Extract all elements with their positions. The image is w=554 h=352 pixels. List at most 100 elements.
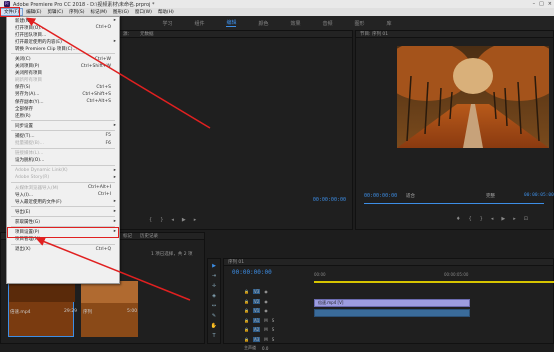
lock-icon[interactable]: 🔒 xyxy=(244,327,249,332)
solo-icon[interactable]: S xyxy=(272,337,275,342)
file-menu-item[interactable]: 批量捕捉(B)... F6 xyxy=(7,140,119,147)
razor-tool-icon[interactable]: ◈ xyxy=(212,293,216,299)
workspace-tab-color[interactable]: 颜色 xyxy=(258,20,268,27)
file-menu-item[interactable]: 打开最近使用的内容(E) ▸ xyxy=(7,38,119,45)
file-menu-item[interactable]: 新建(N) ▸ xyxy=(7,17,119,24)
file-menu-item[interactable]: 从媒体浏览器导入(M) Ctrl+Alt+I xyxy=(7,184,119,191)
menu-separator xyxy=(11,120,115,122)
file-menu-item[interactable]: Adobe Story(R) ▸ xyxy=(7,174,119,181)
eye-icon[interactable]: ◉ xyxy=(264,308,268,313)
menu-graphics[interactable]: 图形(G) xyxy=(110,9,132,15)
menu-marker[interactable]: 标记(M) xyxy=(88,9,110,15)
video-clip[interactable]: 倍速.mp4 [V] xyxy=(314,299,470,307)
minimize-button[interactable]: – xyxy=(533,1,536,7)
file-menu-item[interactable]: 导入(I)... Ctrl+I xyxy=(7,191,119,198)
selection-tool-icon[interactable]: ▶ xyxy=(212,263,216,269)
mute-icon[interactable]: M xyxy=(264,327,267,332)
track-header-v2[interactable]: 🔒 V2 ◉ xyxy=(244,297,308,307)
step-back-icon[interactable]: ◂ xyxy=(491,216,494,222)
track-header-a2[interactable]: 🔒 A2 M S xyxy=(244,325,308,335)
file-menu-item[interactable]: 保存(S) Ctrl+S xyxy=(7,84,119,91)
program-panel-title[interactable]: 节目: 序列 01 xyxy=(360,31,388,37)
track-header-v1[interactable]: 🔒 V1 ◉ xyxy=(244,306,308,316)
workspace-tab-audio[interactable]: 音频 xyxy=(323,20,333,27)
file-menu-item[interactable]: 关闭(C) Ctrl+W xyxy=(7,55,119,63)
mark-out-icon[interactable]: } xyxy=(480,216,483,222)
lock-icon[interactable]: 🔒 xyxy=(244,308,249,313)
lock-icon[interactable]: 🔒 xyxy=(244,337,249,342)
export-frame-icon[interactable]: ⊡ xyxy=(524,216,528,222)
resolution-select[interactable]: 完整 xyxy=(486,193,495,199)
track-header-v3[interactable]: 🔒 V3 ◉ xyxy=(244,287,308,297)
maximize-button[interactable]: □ xyxy=(539,1,544,7)
file-menu-item[interactable]: 还原(R) xyxy=(7,112,119,119)
program-scrub-bar[interactable] xyxy=(364,203,544,204)
menu-clip[interactable]: 剪辑(C) xyxy=(44,9,66,15)
file-menu-item[interactable]: 导入最近使用的文件(F) ▸ xyxy=(7,198,119,205)
lock-icon[interactable]: 🔒 xyxy=(244,289,249,294)
file-menu-item[interactable]: 捕捉(T)... F5 xyxy=(7,132,119,139)
step-back-icon[interactable]: ◂ xyxy=(171,217,174,223)
file-menu-item[interactable]: 全部保存 xyxy=(7,105,119,112)
lock-icon[interactable]: 🔒 xyxy=(244,318,249,323)
file-menu-item[interactable]: 打开团队项目... xyxy=(7,31,119,38)
track-select-tool-icon[interactable]: ⇥ xyxy=(212,273,216,279)
workspace-tab-editing[interactable]: 编辑 xyxy=(226,19,237,27)
workspace-tab-effects[interactable]: 效果 xyxy=(291,20,301,27)
ripple-edit-tool-icon[interactable]: ✛ xyxy=(212,283,216,289)
hand-tool-icon[interactable]: ✋ xyxy=(211,323,217,329)
menu-edit[interactable]: 编辑(E) xyxy=(23,9,44,15)
mark-in-icon[interactable]: { xyxy=(468,216,471,222)
pen-tool-icon[interactable]: ✎ xyxy=(212,313,216,319)
file-menu-item[interactable]: 导出(E) ▸ xyxy=(7,208,119,215)
workspace-tab-learn[interactable]: 学习 xyxy=(162,20,172,27)
solo-icon[interactable]: S xyxy=(272,318,275,323)
fit-select[interactable]: 适合 xyxy=(406,193,415,199)
marker-icon[interactable]: ♦ xyxy=(456,216,460,222)
menu-window[interactable]: 窗口(W) xyxy=(132,9,155,15)
eye-icon[interactable]: ◉ xyxy=(264,289,268,294)
history-tab[interactable]: 历史记录 xyxy=(140,233,158,239)
step-forward-icon[interactable]: ▸ xyxy=(194,217,197,223)
workspace-tab-assembly[interactable]: 组件 xyxy=(194,20,204,27)
mute-icon[interactable]: M xyxy=(264,337,267,342)
file-menu-item[interactable]: 关闭所有项目 xyxy=(7,70,119,77)
solo-icon[interactable]: S xyxy=(272,327,275,332)
file-menu-item[interactable]: 保存副本(Y)... Ctrl+Alt+S xyxy=(7,98,119,105)
file-menu-item[interactable]: 转换 Premiere Clip 项目(C)... xyxy=(7,45,119,52)
workspace-tab-libraries[interactable]: 库 xyxy=(387,20,392,27)
file-menu-item[interactable]: 另存为(A)... Ctrl+Shift+S xyxy=(7,91,119,98)
track-header-a1[interactable]: 🔒 A1 M S xyxy=(244,316,308,326)
slip-tool-icon[interactable]: ↔ xyxy=(212,303,216,309)
timeline-title[interactable]: 序列 01 xyxy=(228,259,244,265)
play-icon[interactable]: ▶ xyxy=(182,217,186,223)
file-menu-item[interactable]: 设为脱机(O)... xyxy=(7,157,119,164)
step-forward-icon[interactable]: ▸ xyxy=(513,216,516,222)
mark-out-icon[interactable]: } xyxy=(160,217,163,223)
file-menu-item[interactable]: 同步设置 ▸ xyxy=(7,122,119,129)
source-panel-title[interactable]: 源： xyxy=(123,31,132,37)
play-icon[interactable]: ▶ xyxy=(501,216,505,222)
close-button[interactable]: × xyxy=(548,1,552,7)
master-value[interactable]: 0.0 xyxy=(262,346,268,351)
file-menu-item[interactable]: 关闭项目(P) Ctrl+Shift+W xyxy=(7,63,119,70)
file-menu-item[interactable]: Adobe Dynamic Link(K) ▸ xyxy=(7,167,119,174)
markers-tab[interactable]: 标记 xyxy=(123,233,132,239)
file-menu-item[interactable]: 退出(X) Ctrl+Q xyxy=(7,246,119,253)
metadata-tab[interactable]: 元数据 xyxy=(140,31,154,37)
lock-icon[interactable]: 🔒 xyxy=(244,299,249,304)
audio-clip[interactable] xyxy=(314,309,470,317)
menu-sequence[interactable]: 序列(S) xyxy=(66,9,87,15)
workspace-tab-graphics[interactable]: 图形 xyxy=(355,20,365,27)
menu-help[interactable]: 帮助(H) xyxy=(155,9,177,15)
file-menu-item[interactable]: 刷新所有项目 xyxy=(7,77,119,84)
track-header-a3[interactable]: 🔒 A3 M S xyxy=(244,335,308,345)
file-menu-item[interactable]: 链接媒体(L)... xyxy=(7,150,119,157)
mute-icon[interactable]: M xyxy=(264,318,267,323)
file-menu-item[interactable]: 打开项目(O)... Ctrl+O xyxy=(7,24,119,31)
mark-in-icon[interactable]: { xyxy=(149,217,152,223)
work-area-bar[interactable] xyxy=(314,281,554,283)
file-menu-item[interactable]: 获取属性(G) ▸ xyxy=(7,218,119,225)
eye-icon[interactable]: ◉ xyxy=(264,299,268,304)
type-tool-icon[interactable]: T xyxy=(212,333,215,339)
